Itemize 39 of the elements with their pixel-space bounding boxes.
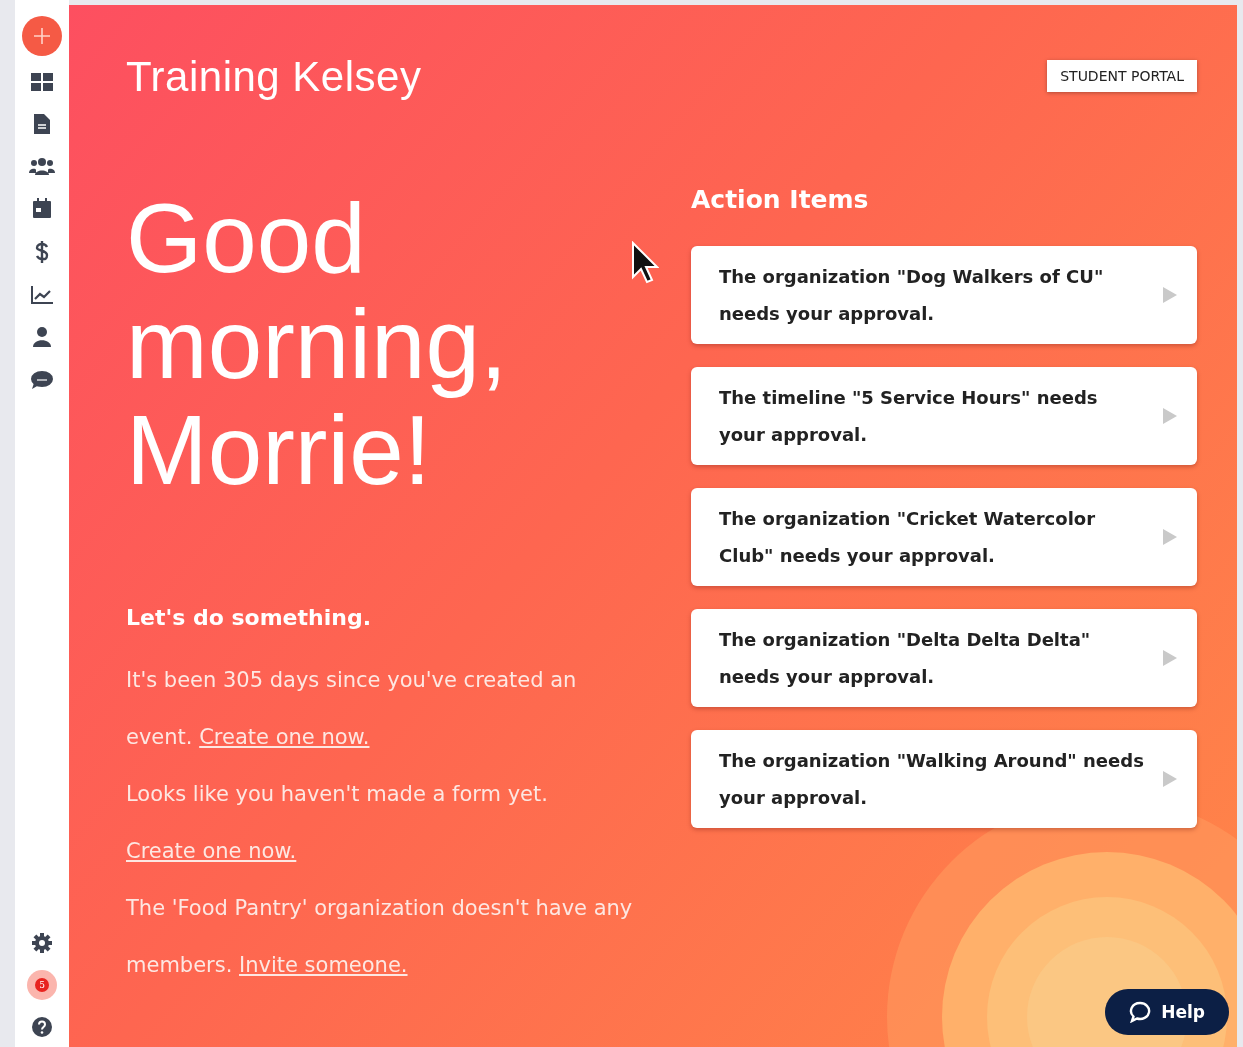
dashboard-icon[interactable] <box>31 73 53 91</box>
action-item-card[interactable]: The organization "Walking Around" needs your approval. <box>691 730 1197 828</box>
action-item-text: The organization "Cricket Watercolor Club" needs your approval. <box>719 507 1097 568</box>
speech-bubble-icon[interactable] <box>31 370 53 390</box>
action-item-card[interactable]: The timeline "5 Service Hours" needs your approval. <box>691 367 1197 465</box>
mouse-cursor-icon <box>631 241 659 285</box>
play-triangle-icon <box>1163 287 1177 303</box>
help-icon[interactable] <box>32 1017 52 1037</box>
action-item-text: The timeline "5 Service Hours" needs your approval. <box>719 386 1099 447</box>
plus-icon[interactable] <box>21 15 63 57</box>
line-chart-icon[interactable] <box>31 286 53 304</box>
suggestion-text: Looks like you haven't made a form yet. Create one now. <box>126 781 549 865</box>
person-icon[interactable] <box>33 327 51 347</box>
document-icon[interactable] <box>34 114 50 134</box>
action-item-text: The organization "Delta Delta Delta" needs your approval. <box>719 628 1092 689</box>
greeting-heading: Good morning, Morrie! <box>126 185 509 503</box>
suggestion-text: It's been 305 days since you've created an event. Create one now. <box>126 667 578 751</box>
section-heading: Let's do something. <box>126 605 372 630</box>
notifications-button[interactable]: 5 <box>27 970 57 1000</box>
play-triangle-icon <box>1163 408 1177 424</box>
play-triangle-icon <box>1163 771 1177 787</box>
action-items-heading: Action Items <box>691 185 870 214</box>
action-item-card[interactable]: The organization "Delta Delta Delta" needs your approval. <box>691 609 1197 707</box>
play-triangle-icon <box>1163 650 1177 666</box>
action-item-card[interactable]: The organization "Dog Walkers of CU" needs your approval. <box>691 246 1197 344</box>
suggestion-text: The 'Food Pantry' organization doesn't have any members. Invite someone. <box>126 895 634 979</box>
page-title: Training Kelsey <box>126 53 422 101</box>
chat-bubble-icon <box>1129 1001 1152 1023</box>
action-item-text: The organization "Walking Around" needs your approval. <box>719 749 1145 810</box>
play-triangle-icon <box>1163 529 1177 545</box>
dollar-icon[interactable] <box>35 241 49 263</box>
calendar-icon[interactable] <box>33 198 51 218</box>
help-button[interactable]: Help <box>1105 989 1229 1035</box>
action-item-text: The organization "Dog Walkers of CU" needs your approval. <box>719 265 1105 326</box>
action-item-card[interactable]: The organization "Cricket Watercolor Club" needs your approval. <box>691 488 1197 586</box>
notification-count: 5 <box>35 978 49 992</box>
settings-icon[interactable] <box>32 933 52 953</box>
student-portal-button[interactable]: STUDENT PORTAL <box>1047 60 1197 92</box>
people-group-icon[interactable] <box>29 157 55 175</box>
